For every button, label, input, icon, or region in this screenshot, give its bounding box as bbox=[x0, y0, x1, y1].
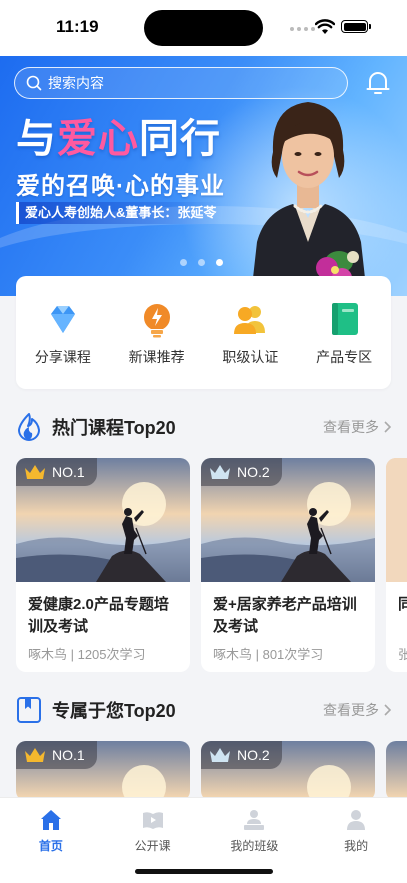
open-class-icon bbox=[142, 812, 163, 829]
carousel-dot[interactable] bbox=[180, 259, 187, 266]
flame-icon bbox=[18, 413, 40, 441]
course-title: 同 bbox=[398, 596, 407, 613]
class-icon bbox=[244, 810, 265, 830]
exclusive-courses-see-more-link[interactable]: 查看更多 bbox=[323, 700, 391, 720]
founder-portrait-image bbox=[251, 102, 367, 296]
carousel-indicator[interactable] bbox=[180, 259, 223, 266]
hero-banner[interactable]: 搜索内容 与爱心同行 爱的召唤·心的事业 爱心人寿创始人&董事长：张延苓 bbox=[0, 56, 407, 296]
tab-profile[interactable]: 我的 bbox=[311, 798, 401, 883]
hot-courses-header: 热门课程Top20 查看更多 bbox=[16, 412, 391, 442]
chevron-right-icon bbox=[384, 704, 391, 716]
profile-icon bbox=[347, 810, 366, 830]
book-icon bbox=[332, 302, 359, 335]
hot-courses-see-more-link[interactable]: 查看更多 bbox=[323, 417, 391, 437]
rank-badge: NO.1 bbox=[16, 458, 97, 486]
course-card[interactable] bbox=[386, 741, 407, 801]
course-meta: 啄木鸟 | 1205次学习 bbox=[28, 647, 146, 662]
course-card[interactable]: NO.2 爱+居家养老产品培训及考试 啄木鸟 | 801次学习 bbox=[201, 458, 375, 672]
home-indicator bbox=[135, 869, 273, 874]
search-icon bbox=[26, 75, 42, 91]
lightning-icon bbox=[143, 303, 170, 337]
course-card[interactable]: NO.1 爱健康2.0产品专题培训及考试 啄木鸟 | 1205次学习 bbox=[16, 458, 190, 672]
course-cover-image: NO.2 bbox=[201, 741, 375, 801]
exclusive-courses-list: NO.1 NO.2 bbox=[16, 741, 407, 801]
course-title: 爱健康2.0产品专题培训及考试 bbox=[28, 596, 169, 635]
hot-courses-list: NO.1 爱健康2.0产品专题培训及考试 啄木鸟 | 1205次学习 NO.2 bbox=[16, 458, 407, 672]
course-cover-image bbox=[386, 741, 407, 801]
tab-home[interactable]: 首页 bbox=[6, 798, 96, 883]
cellular-signal-icon bbox=[290, 27, 315, 31]
course-meta: 张 bbox=[398, 647, 407, 662]
wifi-icon bbox=[315, 19, 335, 34]
rank-badge: NO.2 bbox=[201, 741, 282, 769]
course-cover-image: NO.2 bbox=[201, 458, 375, 582]
status-time: 11:19 bbox=[56, 17, 99, 36]
dynamic-island bbox=[144, 10, 263, 46]
rank-badge: NO.1 bbox=[16, 741, 97, 769]
course-cover-image: NO.1 bbox=[16, 741, 190, 801]
course-cover-image bbox=[386, 458, 407, 582]
banner-title: 与爱心同行 bbox=[16, 117, 221, 161]
quick-item-share-course[interactable]: 分享课程 bbox=[23, 299, 103, 367]
gold-crown-icon bbox=[25, 748, 45, 762]
course-card[interactable]: NO.2 bbox=[201, 741, 375, 801]
course-title: 爱+居家养老产品培训及考试 bbox=[213, 596, 357, 635]
quick-item-new-course[interactable]: 新课推荐 bbox=[117, 299, 197, 367]
exclusive-courses-title: 专属于您Top20 bbox=[52, 701, 176, 721]
banner-caption: 爱心人寿创始人&董事长：张延苓 bbox=[16, 202, 223, 224]
course-meta: 啄木鸟 | 801次学习 bbox=[213, 647, 324, 662]
carousel-dot[interactable] bbox=[198, 259, 205, 266]
bookmark-book-icon bbox=[17, 697, 41, 723]
diamond-icon bbox=[50, 305, 75, 333]
quick-menu: 分享课程 新课推荐 职级认证 产品专区 bbox=[16, 276, 391, 389]
course-card[interactable]: 同 张 bbox=[386, 458, 407, 672]
rank-badge: NO.2 bbox=[201, 458, 282, 486]
search-placeholder: 搜索内容 bbox=[48, 75, 104, 91]
silver-crown-icon bbox=[210, 465, 230, 479]
exclusive-courses-header: 专属于您Top20 查看更多 bbox=[16, 695, 391, 725]
users-icon bbox=[234, 305, 266, 334]
hot-courses-title: 热门课程Top20 bbox=[52, 418, 176, 438]
chevron-right-icon bbox=[384, 421, 391, 433]
course-cover-image: NO.1 bbox=[16, 458, 190, 582]
course-card[interactable]: NO.1 bbox=[16, 741, 190, 801]
gold-crown-icon bbox=[25, 465, 45, 479]
carousel-dot-active[interactable] bbox=[216, 259, 223, 266]
silver-crown-icon bbox=[210, 748, 230, 762]
quick-item-product-zone[interactable]: 产品专区 bbox=[304, 299, 384, 367]
quick-item-rank-certification[interactable]: 职级认证 bbox=[210, 299, 290, 367]
home-icon bbox=[40, 810, 61, 830]
status-bar: 11:19 bbox=[0, 0, 407, 56]
banner-subtitle: 爱的召唤·心的事业 bbox=[16, 173, 225, 200]
battery-icon bbox=[341, 20, 371, 33]
